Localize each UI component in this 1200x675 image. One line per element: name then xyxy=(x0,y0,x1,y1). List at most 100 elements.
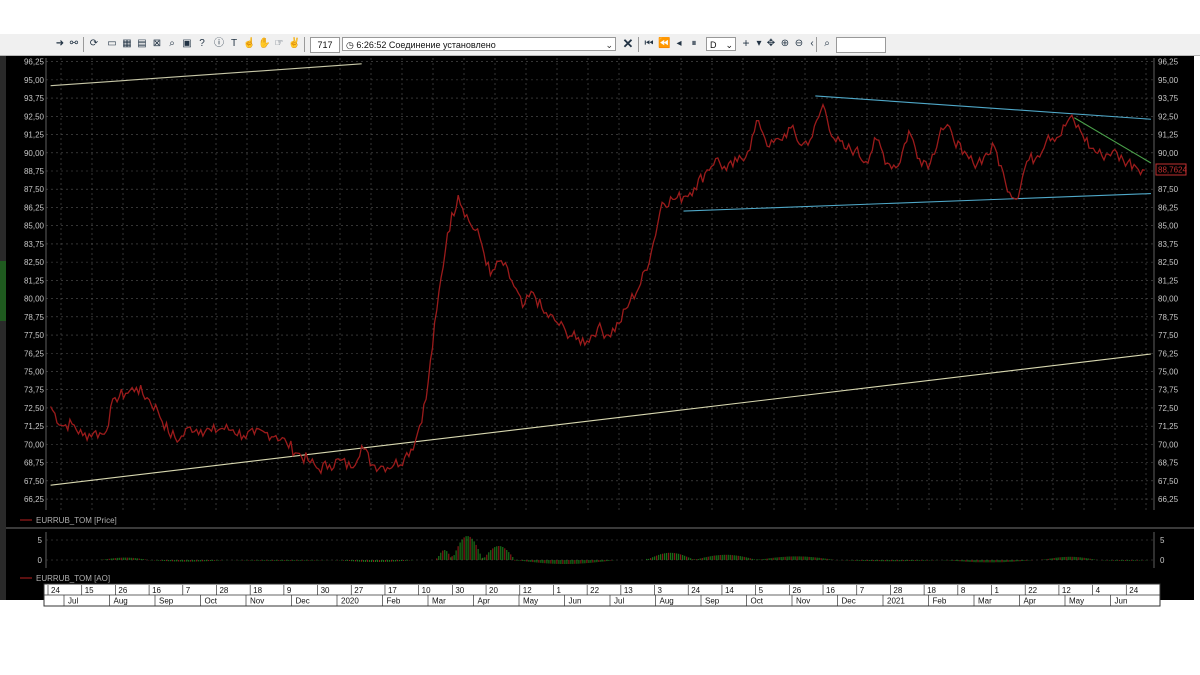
date-tick-label: 15 xyxy=(85,586,94,595)
chart-area: 96,25 95,00 93,75 92,50 91,25 90,00 88,75 87,50… xyxy=(6,56,1194,607)
date-tick-label: 24 xyxy=(1129,586,1138,595)
y-tick-label: 71,25 xyxy=(24,422,45,431)
month-label: Oct xyxy=(751,597,764,606)
month-label: May xyxy=(523,597,538,606)
date-tick-label: 8 xyxy=(961,586,966,595)
y-tick-label: 90,00 xyxy=(24,149,45,158)
y-tick-label: 82,50 xyxy=(1158,258,1179,267)
y-tick-label: 73,75 xyxy=(24,386,45,395)
month-label: Mar xyxy=(432,597,446,606)
ao-tick-label: 5 xyxy=(1160,536,1165,545)
month-label: Nov xyxy=(796,597,810,606)
month-label: Oct xyxy=(205,597,218,606)
y-tick-label: 91,25 xyxy=(24,131,45,140)
month-label: Dec xyxy=(842,597,856,606)
price-legend: EURRUB_TOM [Price] xyxy=(36,516,117,525)
y-tick-label: 90,00 xyxy=(1158,149,1179,158)
date-tick-label: 1 xyxy=(556,586,561,595)
month-label: 2020 xyxy=(341,597,359,606)
y-tick-label: 83,75 xyxy=(24,240,45,249)
y-tick-label: 93,75 xyxy=(1158,94,1179,103)
y-tick-label: 70,00 xyxy=(24,440,45,449)
date-tick-label: 26 xyxy=(118,586,127,595)
date-tick-label: 16 xyxy=(826,586,835,595)
date-tick-label: 28 xyxy=(219,586,228,595)
y-tick-label: 77,50 xyxy=(1158,331,1179,340)
y-tick-label: 72,50 xyxy=(24,404,45,413)
date-tick-label: 3 xyxy=(658,586,663,595)
date-tick-label: 4 xyxy=(1096,586,1101,595)
date-tick-label: 18 xyxy=(253,586,262,595)
y-tick-label: 75,00 xyxy=(1158,367,1179,376)
ao-legend: EURRUB_TOM [AO] xyxy=(36,574,110,583)
month-label: Apr xyxy=(478,597,491,606)
y-tick-label: 68,75 xyxy=(1158,459,1179,468)
y-tick-label: 96,25 xyxy=(24,58,45,67)
y-tick-label: 86,25 xyxy=(1158,203,1179,212)
month-label: Jun xyxy=(569,597,582,606)
month-label: Aug xyxy=(660,597,674,606)
y-tick-label: 71,25 xyxy=(1158,422,1179,431)
y-tick-label: 75,00 xyxy=(24,367,45,376)
ao-tick-label: 0 xyxy=(1160,556,1165,565)
month-label: Sep xyxy=(159,597,174,606)
month-label: Dec xyxy=(296,597,310,606)
y-tick-label: 95,00 xyxy=(1158,76,1179,85)
month-label: Apr xyxy=(1024,597,1037,606)
date-tick-label: 13 xyxy=(624,586,633,595)
y-tick-label: 92,50 xyxy=(1158,112,1179,121)
month-label: Feb xyxy=(933,597,947,606)
month-label: Jul xyxy=(614,597,624,606)
chart-background xyxy=(6,56,1194,600)
y-tick-label: 83,75 xyxy=(1158,240,1179,249)
date-tick-label: 7 xyxy=(186,586,191,595)
y-tick-label: 70,00 xyxy=(1158,440,1179,449)
month-label: Jul xyxy=(68,597,78,606)
y-tick-label: 95,00 xyxy=(24,76,45,85)
date-tick-label: 30 xyxy=(321,586,330,595)
date-tick-label: 14 xyxy=(725,586,734,595)
date-tick-label: 7 xyxy=(860,586,865,595)
date-tick-label: 1 xyxy=(995,586,1000,595)
y-tick-label: 67,50 xyxy=(24,477,45,486)
y-tick-label: 92,50 xyxy=(24,112,45,121)
date-tick-label: 10 xyxy=(422,586,431,595)
date-tick-label: 12 xyxy=(523,586,532,595)
date-tick-label: 22 xyxy=(590,586,599,595)
date-tick-label: 24 xyxy=(51,586,60,595)
y-tick-label: 91,25 xyxy=(1158,131,1179,140)
date-tick-label: 24 xyxy=(691,586,700,595)
y-tick-label: 85,00 xyxy=(24,222,45,231)
y-tick-label: 76,25 xyxy=(1158,349,1179,358)
y-tick-label: 85,00 xyxy=(1158,222,1179,231)
y-tick-label: 77,50 xyxy=(24,331,45,340)
month-label: Jun xyxy=(1115,597,1128,606)
current-value-label: 88,7624 xyxy=(1158,166,1187,175)
date-tick-label: 22 xyxy=(1028,586,1037,595)
date-tick-label: 17 xyxy=(388,586,397,595)
date-tick-label: 28 xyxy=(893,586,902,595)
date-tick-label: 20 xyxy=(489,586,498,595)
date-tick-label: 27 xyxy=(354,586,363,595)
month-label: Aug xyxy=(114,597,128,606)
y-tick-label: 81,25 xyxy=(24,276,45,285)
date-tick-label: 9 xyxy=(287,586,292,595)
y-tick-label: 80,00 xyxy=(24,295,45,304)
y-tick-label: 88,75 xyxy=(24,167,45,176)
y-tick-label: 82,50 xyxy=(24,258,45,267)
date-tick-label: 26 xyxy=(792,586,801,595)
date-tick-label: 30 xyxy=(455,586,464,595)
month-label: Feb xyxy=(387,597,401,606)
y-tick-label: 66,25 xyxy=(1158,495,1179,504)
y-tick-label: 93,75 xyxy=(24,94,45,103)
y-tick-label: 66,25 xyxy=(24,495,45,504)
month-label: Sep xyxy=(705,597,720,606)
y-tick-label: 78,75 xyxy=(1158,313,1179,322)
y-tick-label: 96,25 xyxy=(1158,58,1179,67)
y-tick-label: 76,25 xyxy=(24,349,45,358)
date-tick-label: 16 xyxy=(152,586,161,595)
y-tick-label: 73,75 xyxy=(1158,386,1179,395)
y-tick-label: 80,00 xyxy=(1158,295,1179,304)
date-tick-label: 5 xyxy=(759,586,764,595)
date-tick-label: 12 xyxy=(1062,586,1071,595)
